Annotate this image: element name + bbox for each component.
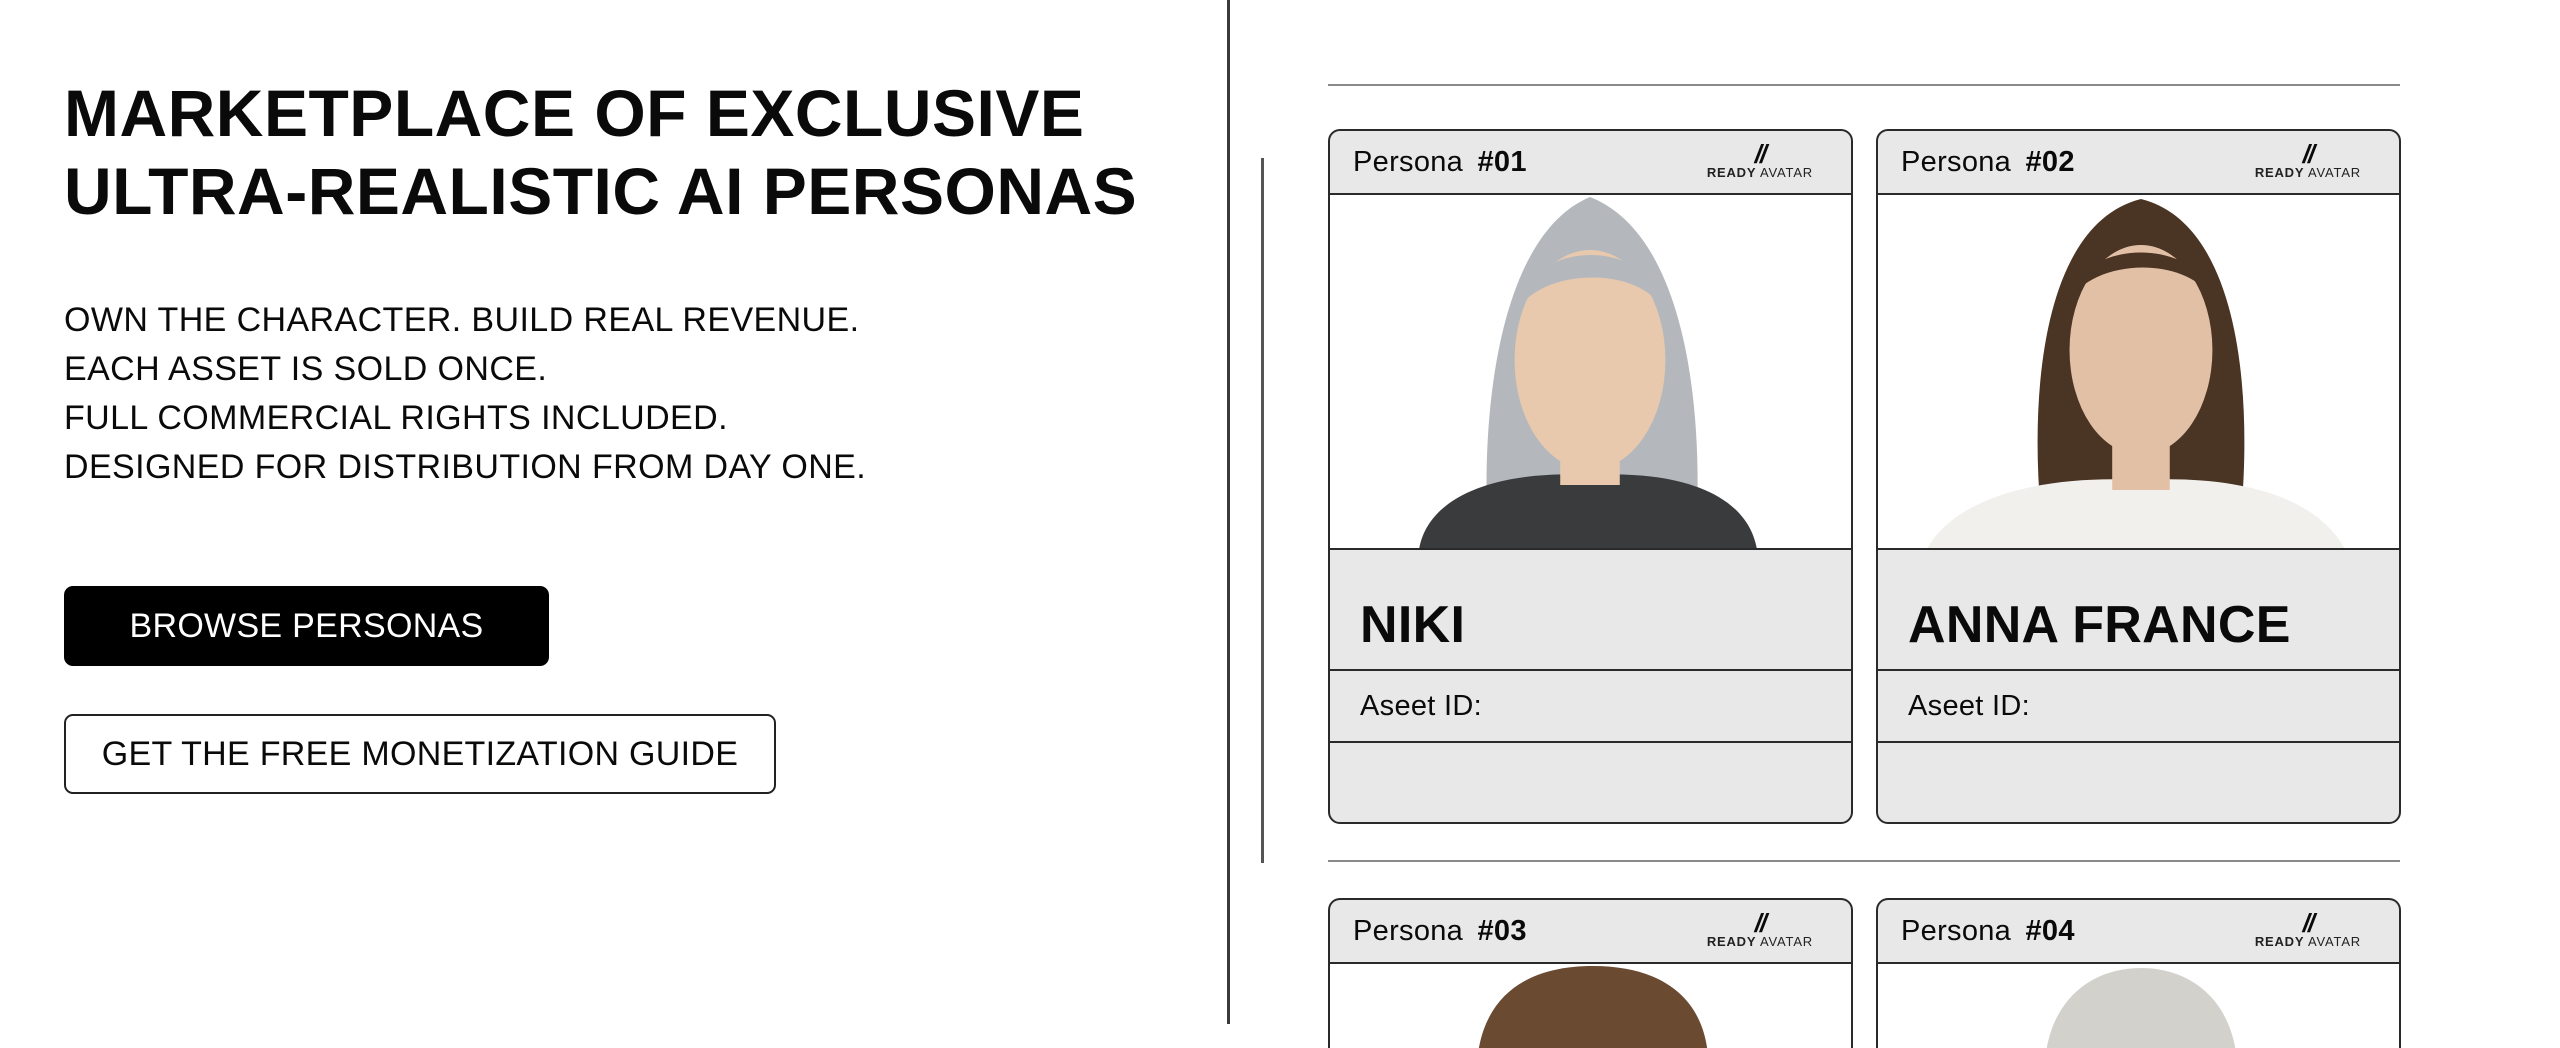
persona-prefix: Persona [1353,145,1464,178]
brand-ready-text: READY [1706,165,1757,180]
brand-ready-text: READY [2254,934,2305,949]
ready-avatar-logo: // READY AVATAR [2254,139,2361,181]
persona-photo[interactable] [1330,195,1851,550]
card-footer [1330,743,1851,822]
persona-number: #01 [1477,145,1527,178]
grid-row-rule [1328,860,2400,862]
persona-label: Persona #01 [1353,146,1527,179]
card-header: Persona #02 // READY AVATAR [1878,131,2399,195]
portrait-image [1478,966,1708,1048]
ready-avatar-logo: // READY AVATAR [2254,908,2361,950]
grid-top-rule [1328,84,2400,86]
persona-label: Persona #04 [1901,915,2075,948]
persona-number: #04 [2025,914,2075,947]
headline-line-1: MARKETPLACE OF EXCLUSIVE [64,76,1085,150]
persona-number: #03 [1477,914,1527,947]
ready-avatar-logo: // READY AVATAR [1706,908,1813,950]
ready-avatar-logo: // READY AVATAR [1706,139,1813,181]
persona-label: Persona #03 [1353,915,1527,948]
brand-avatar-text: AVATAR [2308,165,2361,180]
persona-prefix: Persona [1353,914,1464,947]
persona-name: ANNA FRANCE [1878,550,2399,671]
card-footer [1878,743,2399,822]
persona-card-04[interactable]: Persona #04 // READY AVATAR [1876,898,2401,1048]
persona-photo[interactable] [1878,964,2399,1048]
persona-photo[interactable] [1330,964,1851,1048]
card-header: Persona #03 // READY AVATAR [1330,900,1851,964]
portrait-hair [1478,966,1708,1048]
brand-avatar-text: AVATAR [1760,165,1813,180]
subtext-line-1: OWN THE CHARACTER. BUILD REAL REVENUE. [64,301,860,339]
page-headline: MARKETPLACE OF EXCLUSIVE ULTRA-REALISTIC… [64,74,1137,230]
persona-photo[interactable] [1878,195,2399,550]
monetization-guide-button[interactable]: GET THE FREE MONETIZATION GUIDE [64,714,776,794]
brand-ready-text: READY [1706,934,1757,949]
card-header: Persona #04 // READY AVATAR [1878,900,2399,964]
brand-ready-text: READY [2254,165,2305,180]
subtext-line-3: FULL COMMERCIAL RIGHTS INCLUDED. [64,399,728,437]
hero-section: MARKETPLACE OF EXCLUSIVE ULTRA-REALISTIC… [0,0,1228,1024]
brand-slash-icon: // [2302,908,2316,938]
headline-line-2: ULTRA-REALISTIC AI PERSONAS [64,154,1138,228]
portrait-image [1927,199,2345,548]
persona-label: Persona #02 [1901,146,2075,179]
portrait-hair [2046,968,2236,1048]
browse-personas-button[interactable]: BROWSE PERSONAS [64,586,549,666]
brand-avatar-text: AVATAR [1760,934,1813,949]
persona-card-02[interactable]: Persona #02 // READY AVATAR ANNA FRANCE … [1876,129,2401,824]
subtext-line-4: DESIGNED FOR DISTRIBUTION FROM DAY ONE. [64,448,867,486]
persona-prefix: Persona [1901,914,2012,947]
vertical-scrollbar[interactable] [1261,158,1264,863]
portrait-clothing [1419,474,1757,548]
brand-slash-icon: // [1754,139,1768,169]
persona-number: #02 [2025,145,2075,178]
hero-subtext: OWN THE CHARACTER. BUILD REAL REVENUE. E… [64,296,866,492]
portrait-image [2046,968,2236,1048]
brand-slash-icon: // [1754,908,1768,938]
persona-prefix: Persona [1901,145,2012,178]
asset-id-label: Aseet ID: [1878,671,2399,743]
brand-avatar-text: AVATAR [2308,934,2361,949]
portrait-image [1419,197,1757,548]
subtext-line-2: EACH ASSET IS SOLD ONCE. [64,350,548,388]
persona-card-01[interactable]: Persona #01 // READY AVATAR NIKI Aseet I… [1328,129,1853,824]
persona-card-03[interactable]: Persona #03 // READY AVATAR [1328,898,1853,1048]
section-divider [1227,0,1230,1024]
card-header: Persona #01 // READY AVATAR [1330,131,1851,195]
persona-name: NIKI [1330,550,1851,671]
asset-id-label: Aseet ID: [1330,671,1851,743]
brand-slash-icon: // [2302,139,2316,169]
